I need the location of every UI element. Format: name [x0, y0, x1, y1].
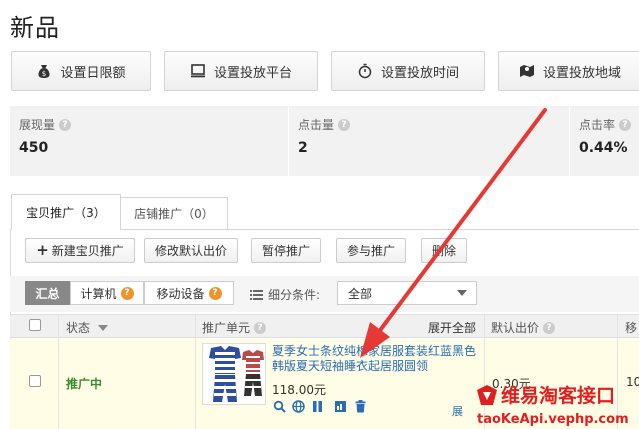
- help-icon[interactable]: ?: [59, 118, 72, 131]
- product-thumbnail[interactable]: [202, 343, 266, 405]
- money-bag-icon: $: [38, 65, 50, 78]
- mobile-header: 移: [625, 321, 638, 335]
- trash-icon[interactable]: [354, 400, 367, 413]
- select-all-checkbox[interactable]: [29, 319, 41, 331]
- search-icon[interactable]: [273, 400, 286, 413]
- set-region-label: 设置投放地域: [543, 65, 622, 81]
- watermark-text: 维易淘客接口: [501, 385, 616, 407]
- map-pin-icon: [520, 65, 534, 77]
- page-title: 新品: [10, 14, 60, 42]
- filter-mobile-button[interactable]: 移动设备?: [144, 281, 234, 305]
- set-daily-limit-label: 设置日限额: [60, 65, 126, 81]
- set-time-label: 设置投放时间: [380, 65, 459, 81]
- globe-icon[interactable]: [292, 400, 305, 413]
- expand-all-link[interactable]: 展开全部: [428, 319, 476, 336]
- set-platform-label: 设置投放平台: [213, 65, 292, 81]
- help-icon[interactable]: ?: [120, 286, 134, 300]
- unit-header: 推广单元?: [202, 319, 267, 336]
- condition-label: 细分条件:: [250, 286, 320, 303]
- default-bid-header-label: 默认出价: [491, 321, 540, 335]
- stat-label: 点击率: [579, 118, 616, 132]
- tab-shop-promotion[interactable]: 店铺推广（0）: [120, 197, 228, 229]
- pause-icon[interactable]: [311, 400, 324, 413]
- chevron-down-icon: [457, 290, 467, 296]
- stat-value: 2: [298, 140, 308, 156]
- svg-text:$: $: [42, 70, 46, 78]
- report-icon[interactable]: [334, 400, 347, 413]
- pause-promotion-button[interactable]: 暂停推广: [251, 238, 321, 263]
- product-price: 118.00元: [272, 383, 326, 397]
- delete-button[interactable]: 删除: [421, 238, 467, 263]
- expand-link[interactable]: 展: [452, 403, 463, 419]
- set-region-button[interactable]: 设置投放地域: [498, 51, 639, 91]
- join-promotion-button[interactable]: 参与推广: [336, 238, 406, 263]
- stopwatch-icon: [358, 63, 372, 79]
- stats-panel: 展现量? 450 点击量? 2 点击率? 0.44%: [10, 106, 639, 176]
- condition-select[interactable]: 全部: [337, 281, 477, 305]
- filter-computer-button[interactable]: 计算机?: [70, 281, 144, 305]
- help-icon[interactable]: ?: [254, 321, 267, 334]
- set-platform-button[interactable]: 设置投放平台: [164, 51, 318, 91]
- product-name-link[interactable]: 夏季女士条纹纯棉家居服套装红蓝黑色韩版夏天短袖睡衣起居服圆领: [272, 344, 482, 374]
- help-icon[interactable]: ?: [619, 118, 632, 131]
- help-icon[interactable]: ?: [208, 286, 222, 300]
- logo-icon: [477, 384, 497, 405]
- help-icon[interactable]: ?: [543, 321, 556, 334]
- monitor-icon: [190, 64, 205, 78]
- tab-item-promotion[interactable]: 宝贝推广（3）: [11, 194, 121, 230]
- default-bid-header: 默认出价?: [491, 319, 556, 336]
- set-time-button[interactable]: 设置投放时间: [331, 51, 485, 91]
- plus-icon: +: [36, 241, 49, 259]
- stat-value: 0.44%: [579, 140, 628, 156]
- stat-label: 展现量: [19, 118, 56, 132]
- status-badge: 推广中: [66, 377, 103, 391]
- status-header-label: 状态: [66, 321, 91, 335]
- mobile-bid-value: 10: [626, 375, 639, 389]
- filter-all-button[interactable]: 汇总: [25, 281, 70, 305]
- sort-down-icon: [98, 324, 109, 331]
- stat-ctr: 点击率? 0.44%: [570, 106, 639, 176]
- watermark-url: taoKeApi.vephp.com: [477, 412, 629, 427]
- list-icon: [250, 289, 263, 300]
- stat-label: 点击量: [298, 118, 335, 132]
- filter-mobile-label: 移动设备: [156, 286, 205, 301]
- new-item-promotion-button[interactable]: + 新建宝贝推广: [25, 238, 135, 263]
- unit-header-label: 推广单元: [202, 321, 251, 335]
- help-icon[interactable]: ?: [338, 118, 351, 131]
- filter-computer-label: 计算机: [80, 286, 117, 301]
- stat-clicks: 点击量? 2: [289, 106, 569, 176]
- stat-value: 450: [19, 140, 49, 156]
- set-daily-limit-button[interactable]: $ 设置日限额: [11, 51, 151, 91]
- stat-impressions: 展现量? 450: [10, 106, 288, 176]
- row-checkbox[interactable]: [29, 375, 41, 387]
- edit-default-bid-button[interactable]: 修改默认出价: [144, 238, 238, 263]
- condition-label-text: 细分条件:: [268, 288, 321, 302]
- status-header[interactable]: 状态: [66, 319, 109, 336]
- condition-select-value: 全部: [348, 286, 373, 301]
- new-item-promotion-label: 新建宝贝推广: [51, 244, 124, 258]
- watermark-logo: 维易淘客接口: [476, 381, 615, 408]
- product-image: [209, 346, 264, 402]
